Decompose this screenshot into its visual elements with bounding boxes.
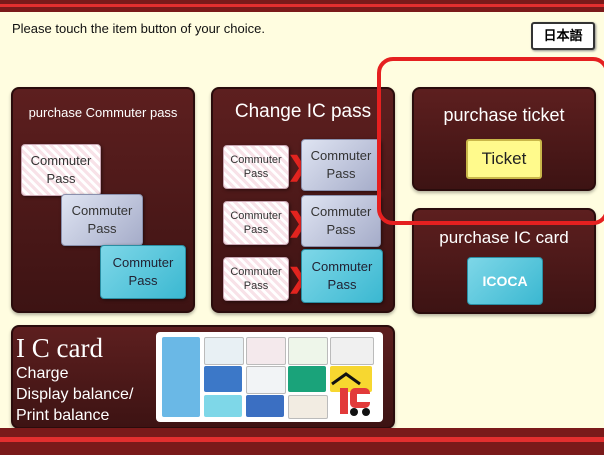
card-label: Commuter Pass	[310, 148, 372, 181]
commuter-pass-card-icon: Commuter Pass	[21, 144, 101, 196]
ic-card-thumbnail-icon	[288, 395, 328, 419]
panel-title: purchase IC card	[439, 228, 569, 247]
instruction-text: Please touch the item button of your cho…	[12, 21, 265, 36]
language-button[interactable]: 日本語	[531, 22, 595, 50]
purchase-commuter-pass-panel[interactable]: purchase Commuter pass Commuter Pass Com…	[11, 87, 195, 313]
ic-mascot-icon	[330, 368, 372, 418]
card-label: Commuter Pass	[71, 203, 133, 236]
commuter-pass-card-icon: Commuter Pass	[223, 257, 289, 301]
bottom-border-bar	[0, 428, 604, 455]
ic-card-thumbnail-icon	[204, 366, 242, 392]
card-label: Commuter Pass	[112, 255, 174, 288]
card-label: Commuter Pass	[310, 204, 372, 237]
ic-card-thumbnail-icon	[246, 337, 286, 365]
ic-card-logos-grid	[156, 332, 383, 422]
ic-card-option-display-balance: Display balance/	[16, 386, 134, 403]
card-label: Commuter Pass	[230, 154, 282, 180]
card-label: Commuter Pass	[311, 259, 373, 292]
icoca-commuter-card-icon: Commuter Pass	[301, 249, 383, 303]
panel-title: purchase Commuter pass	[28, 105, 178, 120]
panel-title: Change IC pass	[234, 101, 372, 122]
icoca-commuter-card-icon: Commuter Pass	[100, 245, 186, 299]
ic-card-thumbnail-icon	[330, 337, 374, 365]
ic-card-option-print-balance: Print balance	[16, 407, 110, 424]
commuter-pass-card-icon: Commuter Pass	[61, 194, 143, 246]
card-label: Commuter Pass	[230, 266, 282, 292]
ic-card-title: I C card	[16, 333, 103, 363]
ic-card-thumbnail-icon	[246, 366, 286, 394]
commuter-pass-card-icon: Commuter Pass	[223, 145, 289, 189]
change-ic-pass-panel[interactable]: Change IC pass Commuter Pass ❯❯❯ Commute…	[211, 87, 395, 313]
card-label: Commuter Pass	[30, 153, 92, 186]
pitapa-card-icon	[162, 337, 200, 417]
commuter-pass-card-icon: Commuter Pass	[301, 195, 381, 247]
selection-highlight-frame	[377, 57, 604, 225]
icoca-card-icon: ICOCA	[467, 257, 543, 305]
card-label: Commuter Pass	[230, 210, 282, 236]
suica-card-icon	[288, 366, 326, 392]
ic-card-thumbnail-icon	[246, 395, 284, 417]
commuter-pass-card-icon: Commuter Pass	[301, 139, 381, 191]
ic-card-thumbnail-icon	[288, 337, 328, 365]
icoca-card-icon	[204, 395, 242, 417]
top-border-bar	[0, 0, 604, 12]
ic-card-thumbnail-icon	[204, 337, 244, 365]
ic-card-option-charge: Charge	[16, 365, 69, 382]
commuter-pass-card-icon: Commuter Pass	[223, 201, 289, 245]
